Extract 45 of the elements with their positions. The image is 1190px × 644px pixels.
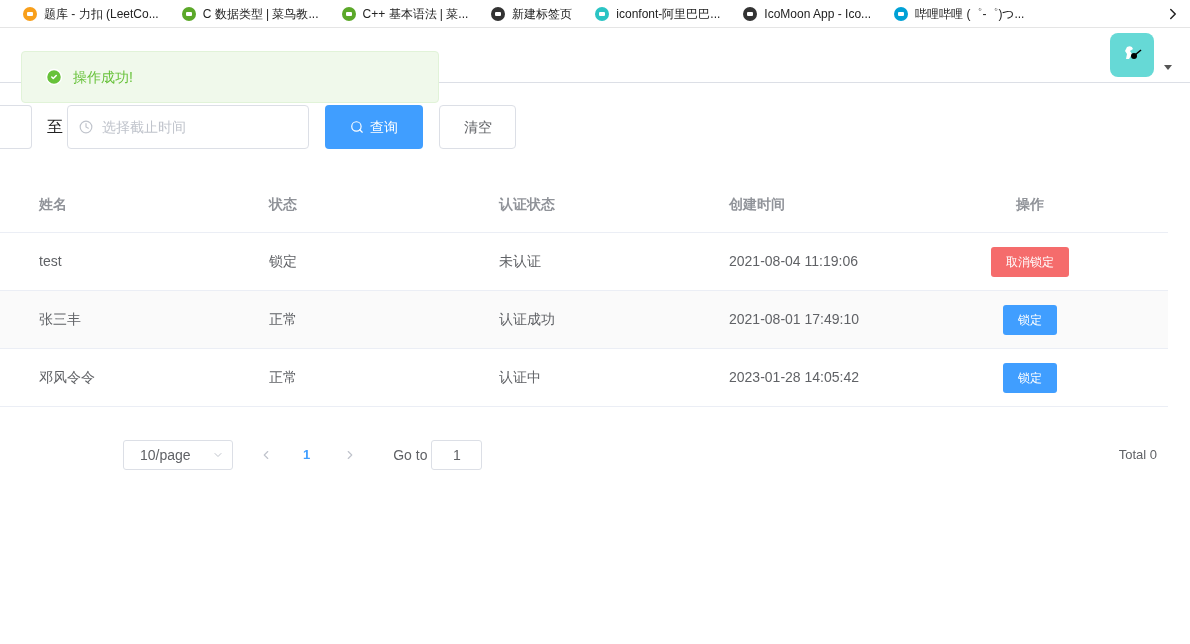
bookmark[interactable]: C 数据类型 | 菜鸟教... [180,4,319,23]
table-cell: 认证中 [499,369,541,385]
table-cell: 2021-08-04 11:19:06 [729,253,858,269]
end-date-field[interactable]: 选择截止时间 [67,105,309,149]
column-header: 状态 [267,195,298,214]
bookmark-icon [742,5,759,22]
check-icon [45,68,63,86]
column-header: 创建时间 [728,195,786,214]
table-cell: 2023-01-28 14:05:42 [729,369,859,385]
column-header: 认证状态 [497,195,556,214]
table-cell: 未认证 [499,253,541,269]
goto-label: Go to [393,445,428,465]
bookmark-icon [490,5,507,22]
avatar[interactable] [1110,33,1154,77]
table-cell: test [39,253,62,269]
table-cell: 正常 [269,311,297,327]
page-size-select[interactable]: 10/page [123,440,233,470]
bookmark-icon [893,5,910,22]
table-cell: 张三丰 [39,311,81,327]
bookmark-icon [340,5,357,22]
bookmark[interactable]: IcoMoon App - Ico... [742,4,872,23]
bookmark[interactable]: iconfont-阿里巴巴... [594,4,721,23]
bookmark[interactable]: 新建标签页 [490,4,573,23]
bookmark-icon [180,5,197,22]
table-cell: 锁定 [269,253,297,269]
toast-message: 操作成功! [73,67,133,87]
table-cell: 正常 [269,369,297,385]
bookmark[interactable]: 题库 - 力扣 (LeetCo... [22,4,159,23]
clear-button[interactable]: 清空 [439,105,516,149]
total-count: Total 0 [1118,446,1157,465]
search-icon [350,120,364,134]
column-header: 操作 [1014,195,1045,214]
start-date-field[interactable] [0,105,32,149]
column-header: 姓名 [38,195,68,214]
bookmark[interactable]: C++ 基本语法 | 菜... [340,4,469,23]
caret-icon[interactable] [1164,64,1172,70]
bookmark-icon [22,5,38,22]
bookmark-icon [594,5,611,22]
clock-icon [79,120,93,134]
goto-field[interactable]: 1 [431,440,483,470]
table-cell: 认证成功 [499,311,555,327]
range-separator: 至 [47,117,63,137]
table-cell: 邓风令令 [39,369,95,385]
bookmark[interactable]: 哔哩哔哩 (゜-゜)つ... [893,4,1025,23]
table-cell: 2021-08-01 17:49:10 [729,311,859,327]
